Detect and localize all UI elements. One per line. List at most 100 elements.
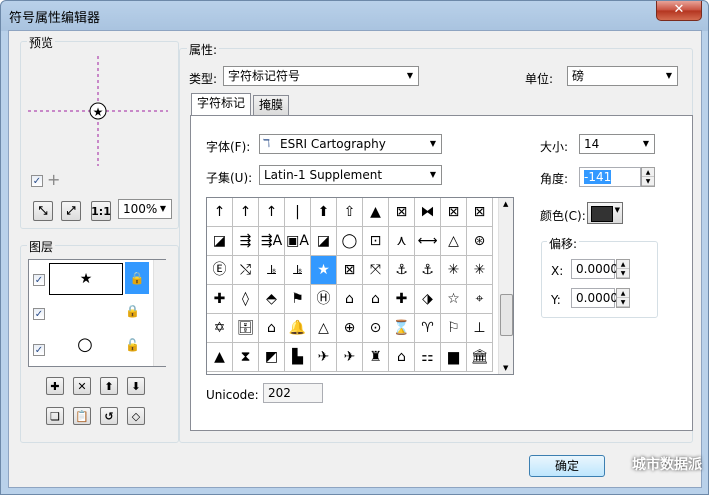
scroll-up-icon[interactable]: ▲ xyxy=(503,200,508,208)
glyph-cell[interactable]: ⊕ xyxy=(337,314,363,343)
glyph-cell[interactable]: ⧓ xyxy=(415,198,441,227)
glyph-cell[interactable]: △ xyxy=(311,314,337,343)
scroll-thumb[interactable] xyxy=(500,294,513,336)
glyph-cell[interactable]: ⬆ xyxy=(311,198,337,227)
glyph-cell[interactable]: ⊠ xyxy=(441,198,467,227)
glyph-cell[interactable]: ⬗ xyxy=(415,285,441,314)
angle-spinner[interactable]: ▲ ▼ xyxy=(641,167,655,187)
offset-x-input[interactable]: 0.0000 xyxy=(571,259,618,279)
move-up-button[interactable]: ⬆ xyxy=(100,377,118,395)
paste-button[interactable]: 📋 xyxy=(73,407,91,425)
one-to-one-button[interactable]: 1:1 xyxy=(91,201,111,221)
glyph-cell[interactable]: ⊙ xyxy=(363,314,389,343)
close-button[interactable]: ✕ xyxy=(656,1,702,21)
layer-row-2[interactable]: ✓ 🔒 xyxy=(29,296,151,330)
spin-up-icon[interactable]: ▲ xyxy=(617,289,629,298)
glyph-cell[interactable]: ▲ xyxy=(363,198,389,227)
glyph-cell[interactable]: Ⓔ xyxy=(207,256,233,285)
unlock-icon[interactable]: 🔓 xyxy=(125,338,145,352)
tag-button[interactable]: ◇ xyxy=(127,407,145,425)
glyph-cell[interactable]: 🗄 xyxy=(233,314,259,343)
glyph-cell[interactable]: ♜ xyxy=(363,343,389,372)
glyph-cell[interactable]: ⧗ xyxy=(233,343,259,372)
size-select[interactable]: 14 ▼ xyxy=(579,134,655,154)
title-bar[interactable]: 符号属性编辑器 ✕ xyxy=(1,1,708,29)
color-picker-button[interactable]: ▼ xyxy=(587,202,623,224)
glyph-cell[interactable]: ⚐ xyxy=(441,314,467,343)
glyph-cell[interactable]: ↑ xyxy=(207,198,233,227)
preview-crosshair-checkbox[interactable]: ✓ xyxy=(31,175,43,187)
layer-row-1[interactable]: ✓ ★ 🔒 xyxy=(29,262,151,296)
layer-3-checkbox[interactable]: ✓ xyxy=(33,344,45,356)
glyph-cell[interactable]: ↑ xyxy=(233,198,259,227)
glyph-cell[interactable]: 🏛 xyxy=(467,343,493,372)
move-down-button[interactable]: ⬇ xyxy=(127,377,145,395)
lock-icon[interactable]: 🔒 xyxy=(125,262,149,294)
glyph-cell[interactable]: | xyxy=(285,198,311,227)
glyph-cell[interactable]: ◩ xyxy=(259,343,285,372)
glyph-cell[interactable]: ◊ xyxy=(233,285,259,314)
font-select[interactable]: ℸ ESRI Cartography ▼ xyxy=(259,134,442,154)
glyph-cell[interactable]: ⚏ xyxy=(415,343,441,372)
spin-up-icon[interactable]: ▲ xyxy=(642,168,654,177)
glyph-cell[interactable]: ▣A xyxy=(285,227,311,256)
glyph-cell[interactable]: ✚ xyxy=(207,285,233,314)
glyph-cell[interactable]: ⊛ xyxy=(467,227,493,256)
layers-list[interactable]: ✓ ★ 🔒 ✓ 🔒 ✓ ○ 🔓 xyxy=(28,259,166,367)
glyph-cell[interactable]: ⇧ xyxy=(337,198,363,227)
glyph-cell[interactable]: ✡ xyxy=(207,314,233,343)
glyph-cell[interactable]: ⤭ xyxy=(233,256,259,285)
glyph-cell[interactable]: ↑ xyxy=(259,198,285,227)
offset-x-spinner[interactable]: ▲ ▼ xyxy=(616,259,630,279)
layer-1-checkbox[interactable]: ✓ xyxy=(33,274,45,286)
glyph-cell[interactable]: ✚ xyxy=(389,285,415,314)
spin-down-icon[interactable]: ▼ xyxy=(617,269,629,278)
glyph-cell[interactable]: ♈ xyxy=(415,314,441,343)
glyph-cell[interactable]: ⌂ xyxy=(389,343,415,372)
glyph-cell[interactable]: ✳ xyxy=(467,256,493,285)
glyph-cell[interactable]: ★ xyxy=(311,256,337,285)
layer-row-3[interactable]: ✓ ○ 🔓 xyxy=(29,330,151,364)
spin-down-icon[interactable]: ▼ xyxy=(617,298,629,307)
glyph-cell[interactable]: ⊠ xyxy=(337,256,363,285)
layer-2-checkbox[interactable]: ✓ xyxy=(33,308,45,320)
glyph-cell[interactable]: ⤧ xyxy=(363,256,389,285)
glyph-cell[interactable]: ⋏ xyxy=(389,227,415,256)
glyph-cell[interactable]: ⊡ xyxy=(363,227,389,256)
unit-select[interactable]: 磅 ▼ xyxy=(567,66,678,86)
glyph-cell[interactable]: ⟷ xyxy=(415,227,441,256)
glyph-cell[interactable]: ✳ xyxy=(441,256,467,285)
glyph-cell[interactable]: ⚓ xyxy=(415,256,441,285)
glyph-cell[interactable]: ⌂ xyxy=(259,314,285,343)
glyph-cell[interactable]: ⌂ xyxy=(337,285,363,314)
glyph-cell[interactable]: ⫡ xyxy=(259,256,285,285)
type-select[interactable]: 字符标记符号 ▼ xyxy=(223,66,419,86)
glyph-cell[interactable]: ▆ xyxy=(441,343,467,372)
spin-down-icon[interactable]: ▼ xyxy=(642,177,654,186)
glyph-cell[interactable]: ▙ xyxy=(285,343,311,372)
tab-mask[interactable]: 掩膜 xyxy=(253,95,290,115)
glyph-cell[interactable]: ✈ xyxy=(311,343,337,372)
glyph-cell[interactable]: ⊠ xyxy=(467,198,493,227)
glyph-cell[interactable]: ⊠ xyxy=(389,198,415,227)
glyph-cell[interactable]: △ xyxy=(441,227,467,256)
offset-y-spinner[interactable]: ▲ ▼ xyxy=(616,288,630,308)
ok-button[interactable]: 确定 xyxy=(529,455,605,477)
glyph-cell[interactable]: ◯ xyxy=(337,227,363,256)
glyph-cell[interactable]: ⚓ xyxy=(389,256,415,285)
lock-icon[interactable]: 🔒 xyxy=(125,304,145,318)
remove-layer-button[interactable]: ✕ xyxy=(73,377,91,395)
add-layer-button[interactable]: ✚ xyxy=(46,377,64,395)
subset-select[interactable]: Latin-1 Supplement ▼ xyxy=(259,165,442,185)
glyph-grid-scrollbar[interactable]: ▲ ▼ xyxy=(498,198,513,374)
scroll-down-icon[interactable]: ▼ xyxy=(503,364,508,372)
offset-y-input[interactable]: 0.0000 xyxy=(571,288,618,308)
glyph-cell[interactable]: ⊥ xyxy=(467,314,493,343)
glyph-cell[interactable]: ✈ xyxy=(337,343,363,372)
angle-input[interactable]: -141 xyxy=(579,167,641,187)
layers-scrollbar[interactable] xyxy=(153,260,166,366)
clear-button[interactable]: ↺ xyxy=(100,407,118,425)
glyph-cell[interactable]: ⌂ xyxy=(363,285,389,314)
glyph-cell[interactable]: ⇶A xyxy=(259,227,285,256)
glyph-cell[interactable]: 🔔 xyxy=(285,314,311,343)
